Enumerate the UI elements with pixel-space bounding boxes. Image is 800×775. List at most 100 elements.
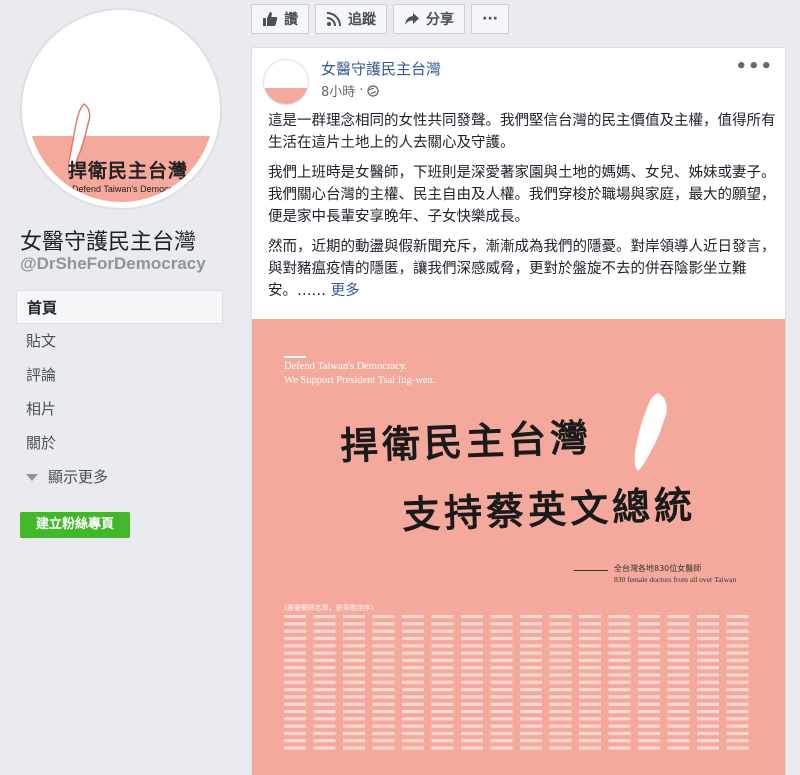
signatory-name-placeholder xyxy=(372,680,395,684)
signatory-name-placeholder xyxy=(490,651,513,655)
signatory-name-placeholder xyxy=(402,615,424,619)
signatory-name-placeholder xyxy=(726,644,749,648)
nav-item-reviews[interactable]: 評論 xyxy=(16,358,223,392)
signatory-name-placeholder xyxy=(461,731,483,735)
signatory-name-placeholder xyxy=(579,636,601,641)
signatory-name-placeholder xyxy=(726,615,749,619)
signatory-name-placeholder xyxy=(608,629,631,633)
signatory-name-placeholder xyxy=(726,666,749,670)
see-more-link[interactable]: 更多 xyxy=(331,283,360,299)
signatory-name-placeholder xyxy=(490,739,513,743)
signatory-name-placeholder xyxy=(461,644,483,648)
signatory-name-placeholder xyxy=(549,680,572,684)
signatory-name-placeholder xyxy=(638,739,660,743)
signatory-name-placeholder xyxy=(284,673,306,677)
nav-item-about[interactable]: 關於 xyxy=(16,426,223,460)
post-timestamp[interactable]: 8小時 · xyxy=(321,81,380,100)
signatory-name-placeholder xyxy=(697,739,719,743)
signatory-name-placeholder xyxy=(372,636,395,641)
image-headline-1: 捍衛民主台灣 xyxy=(339,414,593,469)
signatory-name-placeholder xyxy=(579,658,601,662)
signatory-name-placeholder xyxy=(667,731,690,735)
signatory-name-placeholder xyxy=(372,688,395,692)
signatory-name-placeholder xyxy=(402,731,424,735)
signatory-name-placeholder xyxy=(402,651,424,655)
signatory-name-placeholder xyxy=(667,629,690,633)
post-image[interactable]: Defend Taiwan's Democracy. We Support Pr… xyxy=(252,319,785,775)
signatory-name-placeholder xyxy=(461,666,483,670)
signatory-name-placeholder xyxy=(431,724,454,728)
signatory-name-placeholder xyxy=(638,680,660,684)
signatory-name-placeholder xyxy=(461,629,483,633)
nav-item-posts[interactable]: 貼文 xyxy=(16,324,223,358)
signatory-name-placeholder xyxy=(313,636,336,641)
post-author-avatar[interactable] xyxy=(263,59,309,105)
signatory-name-placeholder xyxy=(667,724,690,728)
page-profile-picture[interactable]: 捍衛民主台灣 Defend Taiwan's Democracy xyxy=(20,8,222,210)
avatar-logo-text: 捍衛民主台灣 xyxy=(68,160,189,182)
post-author-link[interactable]: 女醫守護民主台灣 xyxy=(321,58,441,79)
signatory-name-placeholder xyxy=(402,702,424,706)
signatory-name-placeholder xyxy=(431,717,454,721)
post-paragraph: 我們上班時是女醫師，下班則是深愛著家園與土地的媽媽、女兒、姊妹或妻子。我們關心台… xyxy=(268,165,776,225)
signatory-name-placeholder xyxy=(697,622,719,626)
signatory-name-placeholder xyxy=(461,739,483,743)
signatory-name-placeholder xyxy=(549,629,572,633)
signatory-name-placeholder xyxy=(667,636,690,641)
signatory-name-placeholder xyxy=(313,702,336,706)
signatory-name-placeholder xyxy=(549,702,572,706)
signatory-name-placeholder xyxy=(343,731,365,735)
signatory-name-placeholder xyxy=(313,622,336,626)
share-button[interactable]: 分享 xyxy=(393,4,465,34)
signatory-name-placeholder xyxy=(461,709,483,714)
signatory-name-placeholder xyxy=(343,673,365,677)
signatory-name-placeholder xyxy=(284,731,306,735)
signatory-name-placeholder xyxy=(372,622,395,626)
more-actions-button[interactable]: ··· xyxy=(471,4,509,34)
signatory-name-placeholder xyxy=(520,666,542,670)
signatory-name-placeholder xyxy=(608,717,631,721)
nav-item-home[interactable]: 首頁 xyxy=(16,290,223,324)
signatory-name-placeholder xyxy=(726,702,749,706)
signatory-name-placeholder xyxy=(520,731,542,735)
signatory-name-placeholder xyxy=(520,688,542,692)
avatar-logo-subtitle: Defend Taiwan's Democracy xyxy=(72,184,186,194)
signatory-name-placeholder xyxy=(490,731,513,735)
signatory-name-placeholder xyxy=(461,717,483,721)
signatory-name-placeholder xyxy=(490,724,513,728)
nav-item-photos[interactable]: 相片 xyxy=(16,392,223,426)
signatory-name-placeholder xyxy=(490,688,513,692)
page-title[interactable]: 女醫守護民主台灣 xyxy=(20,224,196,256)
like-button[interactable]: 讚 xyxy=(251,4,309,34)
follow-button[interactable]: 追蹤 xyxy=(315,4,387,34)
signatory-name-placeholder xyxy=(490,673,513,677)
image-signature-zh: 全台灣各地830位女醫師 xyxy=(614,564,702,573)
signatory-name-placeholder xyxy=(549,658,572,662)
signatory-name-placeholder xyxy=(726,709,749,714)
signatory-name-placeholder xyxy=(284,695,306,699)
signatory-name-placeholder xyxy=(284,709,306,714)
signatory-name-placeholder xyxy=(372,746,395,750)
signatory-name-placeholder xyxy=(461,688,483,692)
signatory-name-placeholder xyxy=(431,622,454,626)
signatory-name-placeholder xyxy=(343,746,365,750)
signatory-name-placeholder xyxy=(520,709,542,714)
page-handle[interactable]: @DrSheForDemocracy xyxy=(20,254,206,274)
signatory-name-placeholder xyxy=(697,746,719,750)
create-page-button[interactable]: 建立粉絲專頁 xyxy=(20,512,130,538)
signatory-name-placeholder xyxy=(343,717,365,721)
signatory-name-placeholder xyxy=(549,651,572,655)
signatory-name-placeholder xyxy=(313,658,336,662)
signatory-name-placeholder xyxy=(313,651,336,655)
signatory-name-placeholder xyxy=(638,666,660,670)
signatory-name-placeholder xyxy=(402,680,424,684)
signatory-name-placeholder xyxy=(431,651,454,655)
image-signature-en: 830 female doctors from all over Taiwan xyxy=(614,575,737,584)
post-options-button[interactable]: ••• xyxy=(735,56,773,77)
signatory-name-placeholder xyxy=(608,666,631,670)
signatory-name-placeholder xyxy=(490,709,513,714)
signatory-name-placeholder xyxy=(402,629,424,633)
signatory-name-placeholder xyxy=(697,680,719,684)
nav-show-more[interactable]: 顯示更多 xyxy=(16,460,223,494)
signatory-name-placeholder xyxy=(579,622,601,626)
